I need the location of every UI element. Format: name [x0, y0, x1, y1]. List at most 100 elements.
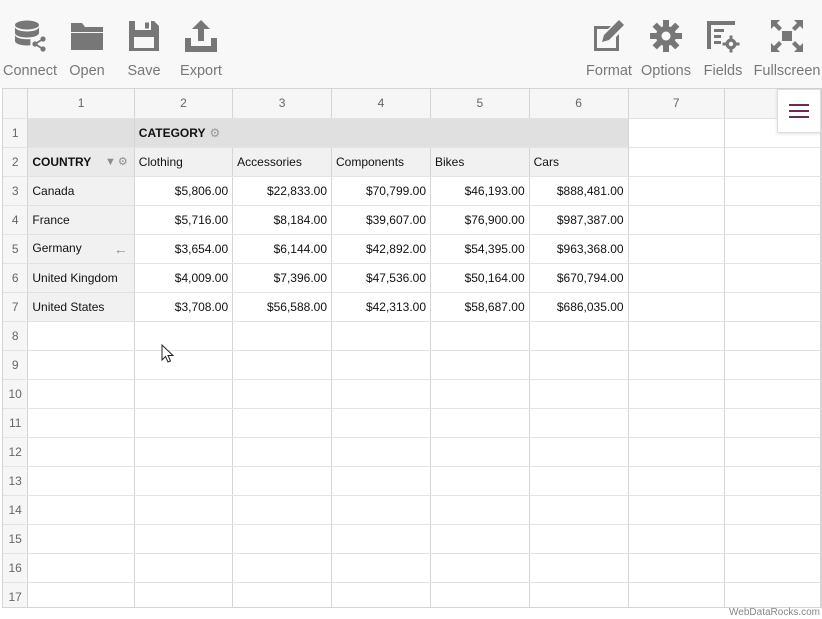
connect-button[interactable]: Connect	[3, 18, 57, 82]
empty-row: 11	[3, 408, 821, 438]
pencil-icon	[594, 20, 624, 51]
country-cell[interactable]: Germany ←	[27, 234, 135, 264]
value-cell[interactable]: $888,481.00	[529, 176, 629, 206]
empty-cell	[628, 147, 725, 177]
column-number: 2	[134, 89, 234, 119]
value-cell[interactable]: $3,654.00	[134, 234, 234, 264]
row-number: 3	[3, 176, 29, 206]
empty-row: 10	[3, 379, 821, 409]
country-header[interactable]: COUNTRY ▼⚙	[27, 147, 135, 177]
format-label: Format	[586, 63, 632, 79]
value-cell[interactable]: $963,368.00	[529, 234, 629, 264]
empty-row: 9	[3, 350, 821, 380]
fields-icon	[707, 21, 740, 53]
value-cell[interactable]: $50,164.00	[430, 263, 530, 293]
empty-cell	[724, 234, 821, 264]
row-number: 4	[3, 205, 29, 235]
table-row: 6 United Kingdom $4,009.00 $7,396.00 $47…	[3, 263, 821, 293]
value-cell[interactable]: $7,396.00	[232, 263, 332, 293]
filter-icon[interactable]: ▼⚙	[105, 155, 130, 168]
value-cell[interactable]: $70,799.00	[331, 176, 431, 206]
row-number: 8	[3, 321, 29, 351]
row-number: 13	[3, 466, 29, 496]
value-cell[interactable]: $46,193.00	[430, 176, 530, 206]
save-button[interactable]: Save	[126, 18, 162, 82]
arrow-left-icon[interactable]: ←	[114, 241, 128, 257]
value-cell[interactable]: $76,900.00	[430, 205, 530, 235]
row-number: 5	[3, 234, 29, 264]
table-row: 3 Canada $5,806.00 $22,833.00 $70,799.00…	[3, 176, 821, 206]
empty-row: 12	[3, 437, 821, 467]
value-cell[interactable]: $22,833.00	[232, 176, 332, 206]
empty-cell	[724, 147, 821, 177]
save-label: Save	[127, 63, 161, 79]
category-cell[interactable]: Clothing	[134, 147, 234, 177]
open-button[interactable]: Open	[68, 18, 106, 82]
value-cell[interactable]: $6,144.00	[232, 234, 332, 264]
value-cell[interactable]: $3,708.00	[134, 292, 234, 322]
category-cell[interactable]: Bikes	[430, 147, 530, 177]
empty-cell	[628, 205, 725, 235]
fullscreen-icon	[771, 20, 803, 52]
country-header-label: COUNTRY	[32, 154, 92, 169]
row-number: 1	[3, 118, 29, 148]
fullscreen-label: Fullscreen	[753, 63, 821, 79]
category-cell[interactable]: Accessories	[232, 147, 332, 177]
hamburger-icon	[789, 104, 809, 118]
empty-header-cell	[27, 118, 135, 148]
empty-cell	[628, 176, 725, 206]
table-row: 7 United States $3,708.00 $56,588.00 $42…	[3, 292, 821, 322]
empty-cell	[724, 176, 821, 206]
export-button[interactable]: Export	[180, 18, 222, 82]
table-row: 4 France $5,716.00 $8,184.00 $39,607.00 …	[3, 205, 821, 235]
row-number: 17	[3, 582, 29, 607]
options-button[interactable]: Options	[640, 18, 692, 82]
country-cell[interactable]: United States	[27, 292, 135, 322]
value-cell[interactable]: $47,536.00	[331, 263, 431, 293]
category-cell[interactable]: Cars	[529, 147, 629, 177]
value-cell[interactable]: $5,716.00	[134, 205, 234, 235]
empty-cell	[724, 263, 821, 293]
grid-row: 1 CATEGORY ⚙	[3, 118, 821, 148]
country-cell[interactable]: United Kingdom	[27, 263, 135, 293]
value-cell[interactable]: $42,892.00	[331, 234, 431, 264]
table-row: 5 Germany ← $3,654.00 $6,144.00 $42,892.0…	[3, 234, 821, 264]
fullscreen-button[interactable]: Fullscreen	[754, 18, 820, 82]
menu-button[interactable]	[777, 89, 821, 133]
empty-row: 8	[3, 321, 821, 351]
empty-cell	[628, 118, 725, 148]
value-cell[interactable]: $686,035.00	[529, 292, 629, 322]
value-cell[interactable]: $42,313.00	[331, 292, 431, 322]
fields-button[interactable]: Fields	[702, 18, 744, 82]
column-number: 4	[331, 89, 431, 119]
value-cell[interactable]: $54,395.00	[430, 234, 530, 264]
value-cell[interactable]: $4,009.00	[134, 263, 234, 293]
country-cell[interactable]: Canada	[27, 176, 135, 206]
value-cell[interactable]: $39,607.00	[331, 205, 431, 235]
empty-cell	[724, 205, 821, 235]
empty-row: 13	[3, 466, 821, 496]
gear-icon	[650, 20, 682, 52]
country-cell-label: Germany	[32, 240, 82, 255]
footer-credit: WebDataRocks.com	[729, 607, 820, 618]
category-gear-icon[interactable]: ⚙	[209, 126, 220, 140]
category-header-label: CATEGORY	[138, 125, 206, 140]
value-cell[interactable]: $987,387.00	[529, 205, 629, 235]
category-cell[interactable]: Components	[331, 147, 431, 177]
value-cell[interactable]: $56,588.00	[232, 292, 332, 322]
value-cell[interactable]: $670,794.00	[529, 263, 629, 293]
category-header[interactable]: CATEGORY ⚙	[134, 118, 629, 148]
column-number: 5	[430, 89, 530, 119]
empty-row: 16	[3, 553, 821, 583]
country-cell[interactable]: France	[27, 205, 135, 235]
row-number: 12	[3, 437, 29, 467]
format-button[interactable]: Format	[586, 18, 632, 82]
row-number: 7	[3, 292, 29, 322]
value-cell[interactable]: $8,184.00	[232, 205, 332, 235]
value-cell[interactable]: $5,806.00	[134, 176, 234, 206]
pivot-grid[interactable]: 1 2 3 4 5 6 7 1 CATEGORY ⚙ 2 COUNTRY ▼⚙ Cl…	[2, 88, 822, 608]
value-cell[interactable]: $58,687.00	[430, 292, 530, 322]
database-connect-icon	[15, 20, 46, 52]
mouse-cursor-icon	[161, 344, 175, 363]
row-number: 10	[3, 379, 29, 409]
